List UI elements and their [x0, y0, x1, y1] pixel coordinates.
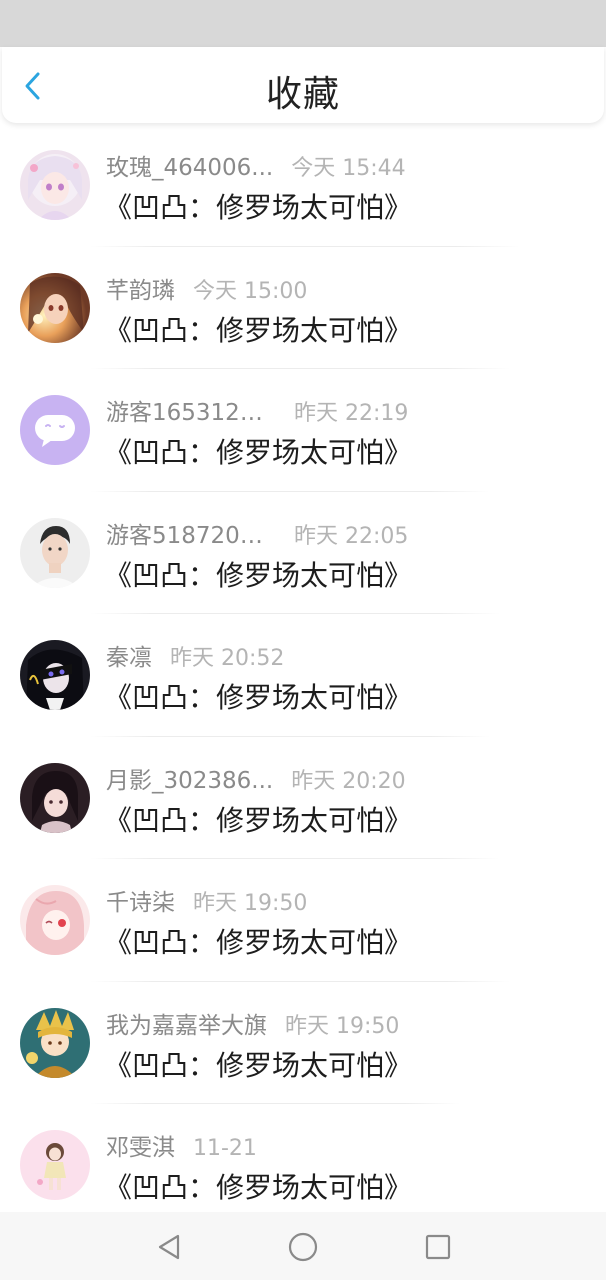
list-item[interactable]: 游客1653128... 昨天 22:19 《凹凸：修罗场太可怕》: [0, 369, 606, 492]
book-title: 《凹凸：修罗场太可怕》: [104, 1171, 413, 1204]
page-title: 收藏: [265, 74, 340, 115]
list-item[interactable]: 秦凛 昨天 20:52 《凹凸：修罗场太可怕》: [0, 614, 606, 737]
timestamp: 昨天 19:50: [193, 891, 308, 916]
timestamp: 昨天 20:52: [170, 646, 285, 671]
avatar: [20, 272, 90, 343]
list-item[interactable]: 月影_302386... 昨天 20:20 《凹凸：修罗场太可怕》: [0, 737, 606, 859]
timestamp: 今天 15:44: [291, 156, 406, 181]
avatar: [20, 762, 90, 833]
avatar: [20, 1007, 90, 1078]
list-item[interactable]: 芊韵璘 今天 15:00 《凹凸：修罗场太可怕》: [0, 247, 606, 369]
nav-recents-button[interactable]: [421, 1230, 455, 1264]
book-title: 《凹凸：修罗场太可怕》: [104, 926, 413, 959]
user-name: 秦凛: [106, 645, 152, 671]
nav-home-button[interactable]: [286, 1230, 320, 1264]
avatar: [20, 395, 90, 465]
timestamp: 今天 15:00: [193, 278, 308, 304]
user-name: 游客518720291: [106, 522, 276, 549]
header-bar: 收藏: [2, 47, 604, 123]
book-title: 《凹凸：修罗场太可怕》: [104, 313, 413, 347]
user-name: 月影_302386...: [106, 767, 274, 794]
favorites-list: 玫瑰_464006... 今天 15:44 《凹凸：修罗场太可怕》 芊韵璘 今天…: [0, 124, 606, 1212]
avatar: [20, 885, 90, 955]
list-item[interactable]: 我为嘉嘉举大旗 昨天 19:50 《凹凸：修罗场太可怕》: [0, 982, 606, 1104]
book-title: 《凹凸：修罗场太可怕》: [104, 1048, 413, 1082]
avatar: [20, 640, 90, 710]
user-name: 游客1653128...: [106, 400, 276, 426]
timestamp: 昨天 22:05: [294, 523, 409, 549]
avatar: [20, 517, 90, 588]
timestamp: 昨天 20:20: [291, 768, 406, 794]
system-nav-bar: [0, 1212, 606, 1280]
nav-back-button[interactable]: [152, 1230, 186, 1264]
book-title: 《凹凸：修罗场太可怕》: [104, 803, 413, 837]
square-recents-icon: [425, 1234, 451, 1260]
user-name: 芊韵璘: [106, 277, 175, 304]
list-item[interactable]: 玫瑰_464006... 今天 15:44 《凹凸：修罗场太可怕》: [0, 124, 606, 247]
list-item[interactable]: 千诗柒 昨天 19:50 《凹凸：修罗场太可怕》: [0, 859, 606, 982]
list-item[interactable]: 游客518720291 昨天 22:05 《凹凸：修罗场太可怕》: [0, 492, 606, 614]
user-name: 千诗柒: [106, 890, 175, 916]
avatar: [20, 150, 90, 220]
status-bar: [0, 0, 606, 47]
timestamp: 昨天 22:19: [294, 401, 409, 426]
user-name: 玫瑰_464006...: [106, 155, 274, 181]
user-name: 邓雯淇: [106, 1135, 175, 1161]
triangle-back-icon: [158, 1234, 180, 1260]
book-title: 《凹凸：修罗场太可怕》: [104, 558, 413, 592]
user-name: 我为嘉嘉举大旗: [106, 1012, 267, 1039]
book-title: 《凹凸：修罗场太可怕》: [104, 436, 413, 469]
list-item[interactable]: 邓雯淇 11-21 《凹凸：修罗场太可怕》: [0, 1104, 606, 1212]
timestamp: 11-21: [193, 1136, 257, 1161]
book-title: 《凹凸：修罗场太可怕》: [104, 681, 413, 714]
timestamp: 昨天 19:50: [285, 1013, 400, 1039]
avatar: [20, 1130, 90, 1200]
book-title: 《凹凸：修罗场太可怕》: [104, 191, 413, 224]
circle-home-icon: [288, 1232, 318, 1262]
